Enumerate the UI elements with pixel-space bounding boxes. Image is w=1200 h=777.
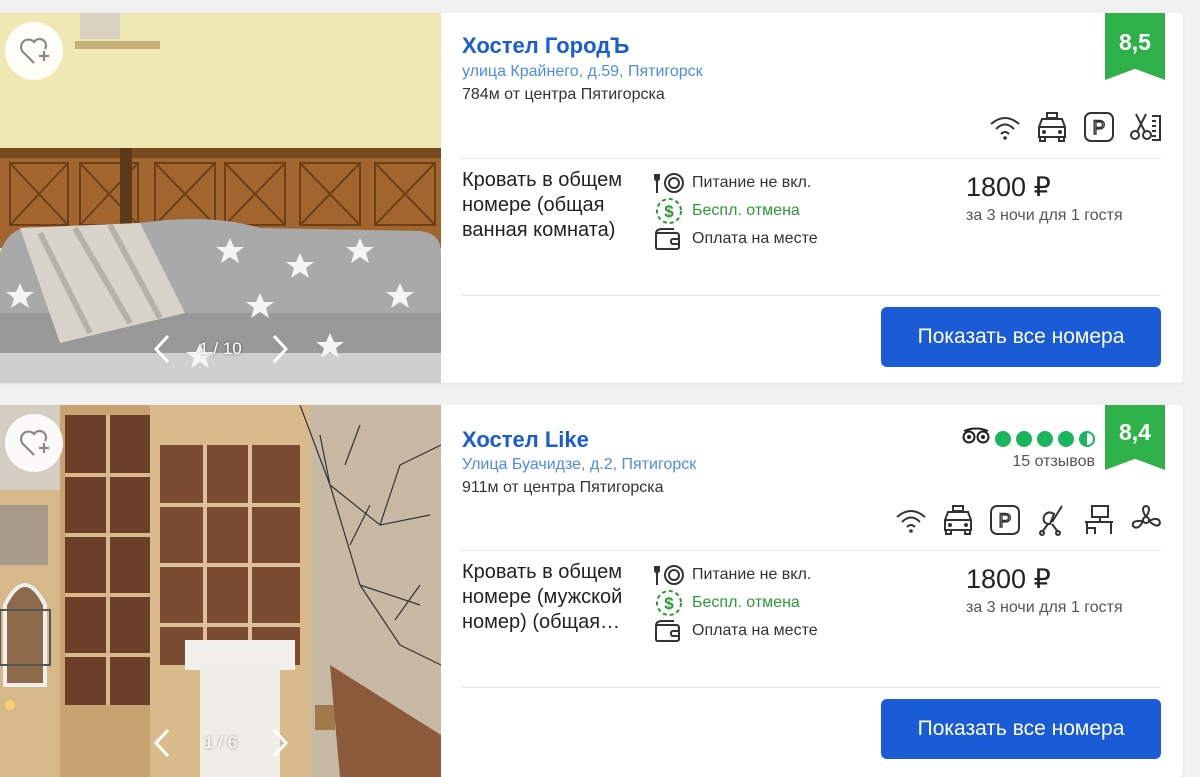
taxi-icon bbox=[941, 503, 975, 537]
fan-icon bbox=[1129, 503, 1163, 537]
next-photo-button[interactable] bbox=[260, 329, 300, 369]
price-note: за 3 ночи для 1 гостя bbox=[966, 207, 1123, 224]
stroller-icon bbox=[1035, 503, 1069, 537]
price: 1800 ₽ bbox=[966, 172, 1051, 202]
taxi-icon bbox=[1035, 110, 1069, 144]
cancel-label: Беспл. отмена bbox=[692, 594, 800, 611]
amenities-list: P bbox=[894, 503, 1163, 537]
photo-counter: 1 / 10 bbox=[199, 339, 242, 358]
favorite-button[interactable] bbox=[5, 22, 63, 80]
meal-label: Питание не вкл. bbox=[692, 174, 812, 191]
plate-cutlery-icon bbox=[654, 172, 692, 194]
payment-feature: Оплата на месте bbox=[654, 617, 818, 645]
show-all-rooms-button[interactable]: Показать все номера bbox=[881, 307, 1161, 367]
prev-photo-button[interactable] bbox=[142, 329, 182, 369]
heart-plus-icon bbox=[20, 429, 49, 456]
wallet-icon bbox=[654, 227, 692, 251]
rating-dot-full bbox=[1016, 430, 1032, 447]
heart-plus-icon bbox=[20, 37, 49, 64]
price-note: за 3 ночи для 1 гостя bbox=[966, 599, 1123, 616]
rating-dot-full bbox=[995, 430, 1011, 447]
wifi-icon bbox=[894, 503, 928, 537]
photo-slider: 1 / 6 bbox=[0, 723, 441, 763]
hotel-name-link[interactable]: Хостел Like bbox=[462, 427, 589, 453]
amenities-list: P bbox=[988, 110, 1163, 144]
desk-icon bbox=[1082, 503, 1116, 537]
payment-feature: Оплата на месте bbox=[654, 225, 818, 253]
cancel-feature: $ Беспл. отмена bbox=[654, 197, 818, 225]
chevron-left-icon bbox=[153, 334, 169, 364]
meal-label: Питание не вкл. bbox=[692, 566, 812, 583]
prev-photo-button[interactable] bbox=[142, 723, 182, 763]
divider bbox=[462, 550, 1161, 551]
svg-text:P: P bbox=[1093, 118, 1106, 139]
hotel-photo[interactable]: 1 / 6 bbox=[0, 405, 441, 777]
svg-text:$: $ bbox=[664, 594, 674, 613]
divider bbox=[462, 158, 1161, 159]
hotel-name-link[interactable]: Хостел ГородЪ bbox=[462, 33, 629, 59]
show-all-rooms-button[interactable]: Показать все номера bbox=[881, 699, 1161, 759]
rating-badge: 8,4 bbox=[1105, 405, 1165, 470]
rating-badge: 8,5 bbox=[1105, 13, 1165, 80]
divider bbox=[462, 295, 1161, 296]
favorite-button[interactable] bbox=[5, 414, 63, 472]
meal-feature: Питание не вкл. bbox=[654, 169, 818, 197]
rating-dot-full bbox=[1058, 430, 1074, 447]
next-photo-button[interactable] bbox=[260, 723, 300, 763]
hairdresser-icon bbox=[1129, 110, 1163, 144]
meal-feature: Питание не вкл. bbox=[654, 561, 818, 589]
hotel-address-link[interactable]: улица Крайнего, д.59, Пятигорск bbox=[462, 63, 703, 81]
chevron-left-icon bbox=[153, 728, 169, 758]
wifi-icon bbox=[988, 110, 1022, 144]
hotel-photo[interactable]: 1 / 10 bbox=[0, 13, 441, 383]
tripadvisor-rating[interactable] bbox=[962, 427, 1095, 450]
hostel-building-photo bbox=[0, 405, 441, 777]
rating-dot-half bbox=[1079, 430, 1095, 447]
refund-icon: $ bbox=[654, 589, 692, 617]
cancel-label: Беспл. отмена bbox=[692, 202, 800, 219]
reviews-count-link[interactable]: 15 отзывов bbox=[1012, 453, 1095, 471]
divider bbox=[462, 687, 1161, 688]
room-features: Питание не вкл. $ Беспл. отмена Оплата н… bbox=[654, 169, 818, 253]
distance-to-center: 784м от центра Пятигорска bbox=[462, 86, 665, 103]
tripadvisor-owl-icon bbox=[962, 427, 990, 450]
distance-to-center: 911м от центра Пятигорска bbox=[462, 479, 664, 496]
hotel-address-link[interactable]: Улица Буачидзе, д.2, Пятигорск bbox=[462, 456, 696, 474]
payment-label: Оплата на месте bbox=[692, 622, 818, 639]
photo-slider: 1 / 10 bbox=[0, 329, 441, 369]
photo-counter: 1 / 6 bbox=[203, 733, 238, 752]
rating-dot-full bbox=[1037, 430, 1053, 447]
wallet-icon bbox=[654, 619, 692, 643]
plate-cutlery-icon bbox=[654, 564, 692, 586]
room-name: Кровать в общем номере (мужской номер) (… bbox=[462, 561, 623, 633]
room-features: Питание не вкл. $ Беспл. отмена Оплата н… bbox=[654, 561, 818, 645]
hotel-card: 1 / 6 Хостел Like Улица Буачидзе, д.2, П… bbox=[0, 405, 1183, 777]
hotel-card: 1 / 10 Хостел ГородЪ улица Крайнего, д.5… bbox=[0, 13, 1183, 383]
parking-icon: P bbox=[1082, 110, 1116, 144]
parking-icon: P bbox=[988, 503, 1022, 537]
refund-icon: $ bbox=[654, 197, 692, 225]
room-name: Кровать в общем номере (общая ванная ком… bbox=[462, 169, 622, 241]
chevron-right-icon bbox=[272, 728, 288, 758]
cancel-feature: $ Беспл. отмена bbox=[654, 589, 818, 617]
svg-text:P: P bbox=[999, 511, 1012, 532]
chevron-right-icon bbox=[272, 334, 288, 364]
payment-label: Оплата на месте bbox=[692, 230, 818, 247]
svg-text:$: $ bbox=[664, 202, 674, 221]
price: 1800 ₽ bbox=[966, 564, 1051, 594]
hostel-room-photo bbox=[0, 13, 441, 383]
